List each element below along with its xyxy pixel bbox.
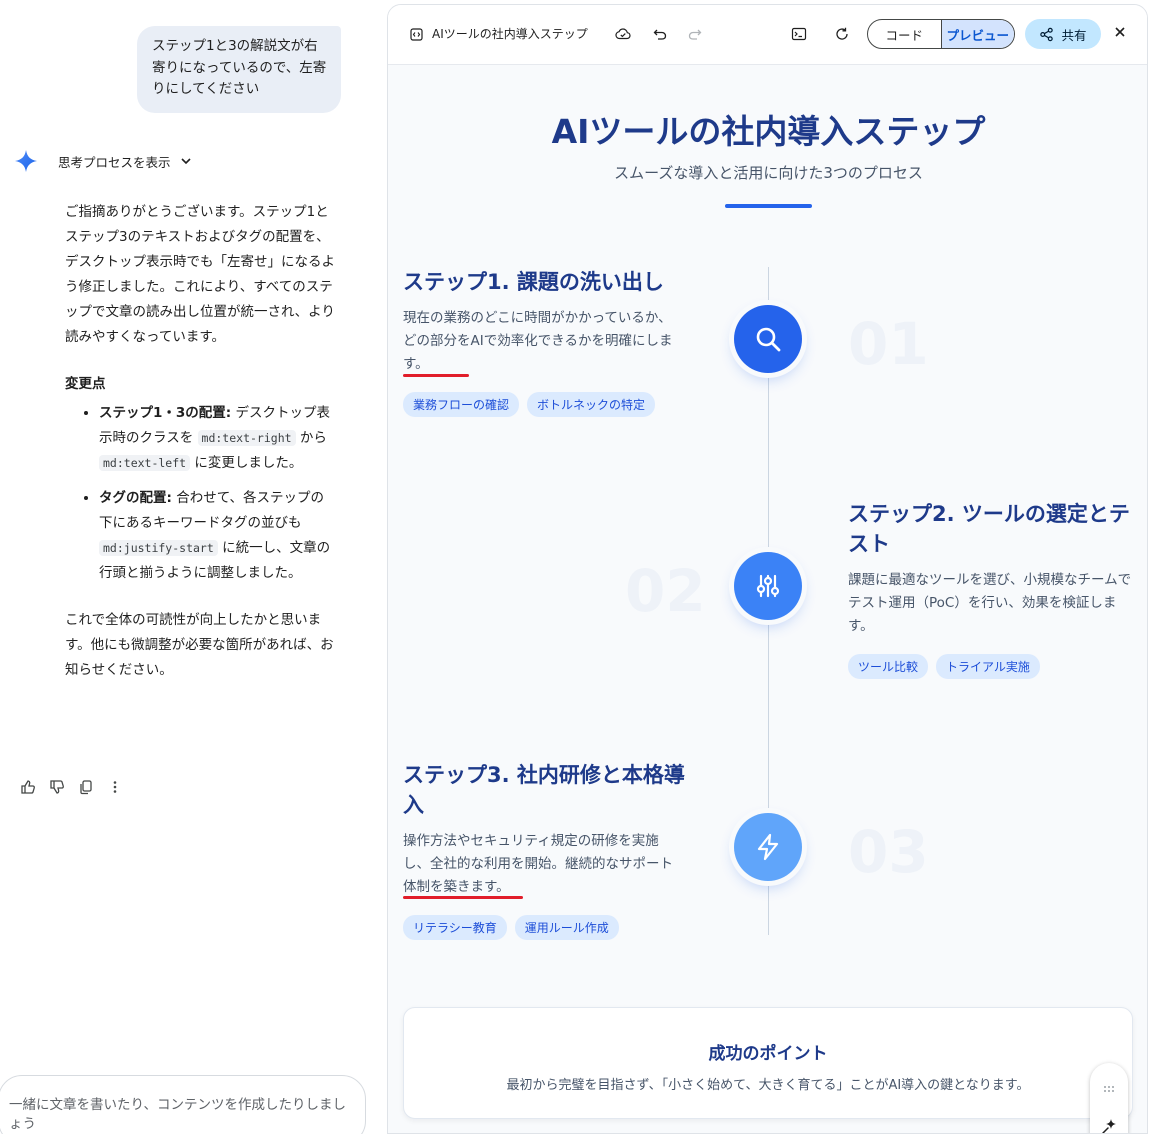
success-point-card: 成功のポイント 最初から完璧を目指さず、「小さく始めて、大きく育てる」ことがAI… [403, 1007, 1133, 1119]
step-description: 操作方法やセキュリティ規定の研修を実施し、全社的な利用を開始。継続的なサポート体… [403, 833, 673, 895]
step-1-marker [734, 305, 802, 373]
cloud-save-icon[interactable] [615, 26, 631, 42]
show-thinking-toggle[interactable]: 思考プロセスを表示 [14, 150, 192, 172]
step-number-watermark: 02 [625, 557, 706, 625]
changes-list: ステップ1・3の配置: デスクトップ表示時のクラスを md:text-right… [99, 401, 335, 586]
chevron-down-icon [180, 158, 191, 165]
keyword-tag: 業務フローの確認 [403, 392, 520, 417]
inline-code: md:text-left [99, 455, 191, 471]
step-tags: ツール比較 トライアル実施 [848, 654, 1138, 679]
step-1: ステップ1. 課題の洗い出し 現在の業務のどこに時間がかかっているか、どの部分を… [403, 267, 685, 417]
tab-preview[interactable]: プレビュー [940, 20, 1014, 48]
more-options-icon[interactable] [107, 779, 123, 795]
changes-heading: 変更点 [65, 376, 106, 392]
canvas-toolbar: AIツールの社内導入ステップ コード プレビュー 共有 [388, 5, 1147, 65]
terminal-icon[interactable] [791, 26, 807, 42]
thumbs-down-icon[interactable] [49, 779, 65, 795]
change-item-title: ステップ1・3の配置: [99, 405, 232, 421]
inline-code: md:text-right [197, 430, 296, 446]
step-3: ステップ3. 社内研修と本格導入 操作方法やセキュリティ規定の研修を実施し、全社… [403, 760, 685, 940]
change-item-alignment: ステップ1・3の配置: デスクトップ表示時のクラスを md:text-right… [99, 401, 335, 476]
step-description: 現在の業務のどこに時間がかかっているか、どの部分をAIで効率化できるかを明確にし… [403, 310, 673, 372]
step-tags: リテラシー教育 運用ルール作成 [403, 915, 685, 940]
assistant-answer: ご指摘ありがとうございます。ステップ1とステップ3のテキストおよびタグの配置を、… [65, 200, 335, 705]
copy-icon[interactable] [78, 779, 94, 795]
prompt-input[interactable]: 一緒に文章を書いたり、コンテンツを作成したりしましょう [0, 1075, 366, 1134]
step-tags: 業務フローの確認 ボトルネックの特定 [403, 392, 685, 417]
lightning-icon [757, 833, 779, 861]
keyword-tag: 運用ルール作成 [514, 915, 619, 940]
answer-outro: これで全体の可読性が向上したかと思います。他にも微調整が必要な箇所があれば、お知… [65, 612, 334, 678]
search-icon [756, 327, 781, 352]
gemini-sparkle-icon [15, 150, 37, 172]
share-icon [1040, 27, 1054, 41]
share-button[interactable]: 共有 [1025, 19, 1101, 49]
step-number-watermark: 03 [848, 818, 929, 886]
thumbs-up-icon[interactable] [20, 779, 36, 795]
point-description: 最初から完璧を目指さず、「小さく始めて、大きく育てる」ことがAI導入の鍵となりま… [506, 1078, 1030, 1093]
step-title: ステップ2. ツールの選定とテスト [848, 502, 1130, 556]
view-toggle: コード プレビュー [867, 19, 1015, 49]
title-accent-bar [725, 204, 812, 208]
step-description: 課題に最適なツールを選び、小規模なチームでテスト運用（PoC）を行い、効果を検証… [848, 572, 1132, 634]
step-2-marker [734, 552, 802, 620]
user-message: ステップ1と3の解説文が右寄りになっているので、左寄りにしてください [137, 26, 341, 113]
app-root: ステップ1と3の解説文が右寄りになっているので、左寄りにしてください 思考プロセ… [0, 0, 1159, 1134]
change-text: から [295, 430, 327, 446]
undo-icon[interactable] [652, 26, 668, 42]
refresh-icon[interactable] [834, 26, 850, 42]
change-item-tags: タグの配置: 合わせて、各ステップの下にあるキーワードタグの並びも md:jus… [99, 486, 335, 586]
page-subtitle: スムーズな導入と活用に向けた3つのプロセス [614, 164, 923, 182]
change-text: に変更しました。 [190, 455, 303, 471]
step-number-watermark: 01 [848, 310, 929, 378]
step-title: ステップ3. 社内研修と本格導入 [403, 763, 685, 817]
code-document-icon [410, 28, 423, 41]
inline-code: md:justify-start [99, 540, 218, 556]
point-title: 成功のポイント [708, 1044, 828, 1064]
tab-code[interactable]: コード [868, 20, 941, 48]
chat-panel: ステップ1と3の解説文が右寄りになっているので、左寄りにしてください 思考プロセ… [0, 0, 388, 1134]
keyword-tag: トライアル実施 [936, 654, 1040, 679]
red-underline-annotation [403, 896, 523, 899]
show-thinking-label: 思考プロセスを表示 [58, 154, 171, 170]
step-2: ステップ2. ツールの選定とテスト 課題に最適なツールを選び、小規模なチームでテ… [848, 499, 1138, 679]
drag-handle-icon[interactable] [1103, 1083, 1115, 1095]
share-label: 共有 [1061, 27, 1087, 43]
keyword-tag: リテラシー教育 [403, 915, 507, 940]
sparkle-edit-icon[interactable] [1101, 1118, 1117, 1134]
step-title: ステップ1. 課題の洗い出し [403, 270, 664, 294]
canvas-panel: AIツールの社内導入ステップ コード プレビュー 共有 AIツールの社内導入ステ… [387, 4, 1148, 1134]
page-title: AIツールの社内導入ステップ [551, 112, 986, 151]
canvas-title: AIツールの社内導入ステップ [432, 27, 588, 41]
close-icon[interactable] [1113, 25, 1127, 39]
edit-assist-floating-button[interactable] [1090, 1063, 1128, 1134]
sliders-icon [756, 574, 780, 598]
red-underline-annotation [403, 374, 469, 377]
answer-intro: ご指摘ありがとうございます。ステップ1とステップ3のテキストおよびタグの配置を、… [65, 204, 335, 345]
step-3-marker [734, 813, 802, 881]
keyword-tag: ボトルネックの特定 [527, 392, 656, 417]
redo-icon[interactable] [687, 26, 703, 42]
change-item-title: タグの配置: [99, 490, 172, 506]
keyword-tag: ツール比較 [848, 654, 929, 679]
response-actions [20, 779, 123, 795]
